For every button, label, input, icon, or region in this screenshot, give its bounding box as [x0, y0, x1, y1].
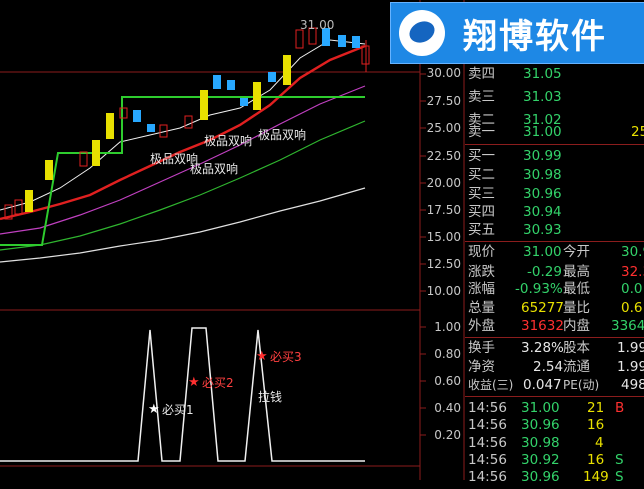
signal-label: 极品双响 — [204, 134, 253, 148]
indicator-tick: 0.60 — [434, 374, 461, 388]
indicator-tick: 1.00 — [434, 320, 461, 334]
ma-white-short — [0, 39, 366, 211]
signal-label: 必买3 — [270, 350, 302, 364]
price-tick: 25.00 — [426, 121, 461, 135]
price-tick: 22.50 — [426, 149, 461, 163]
star-icon: ★ — [188, 375, 200, 390]
indicator-line — [0, 327, 365, 462]
indicator-tick: 0.80 — [434, 347, 461, 361]
ma-green — [0, 120, 366, 251]
logo-icon — [399, 10, 445, 56]
logo-text: 翔博软件 — [463, 17, 607, 57]
ma-white-long — [0, 187, 366, 263]
quote-panel: 卖四 31.05 卖三 31.03 卖二 31.02 卖一 31.00 25 买… — [465, 0, 644, 485]
price-tick: 20.00 — [426, 176, 461, 190]
indicator-tick: 0.20 — [434, 428, 461, 442]
watermark-logo: 翔博软件 — [390, 2, 644, 64]
candles — [4, 27, 370, 220]
price-tick: 15.00 — [426, 230, 461, 244]
signal-label: 必买2 — [202, 376, 234, 390]
star-icon: ★ — [148, 402, 160, 417]
high-price-label: 31.00 — [300, 18, 335, 32]
signal-label: 必买1 — [162, 403, 194, 417]
signal-label: 拉钱 — [258, 390, 283, 404]
price-tick: 10.00 — [426, 284, 461, 298]
price-tick: 12.50 — [426, 257, 461, 271]
price-tick: 30.00 — [426, 66, 461, 80]
kline-chart[interactable]: ★ ★ ★ — [0, 0, 465, 480]
indicator-tick: 0.40 — [434, 401, 461, 415]
star-icon: ★ — [256, 349, 268, 364]
price-tick: 17.50 — [426, 203, 461, 217]
signal-label: 极品双响 — [190, 162, 239, 176]
signal-label: 极品双响 — [258, 128, 307, 142]
price-tick: 27.50 — [426, 94, 461, 108]
